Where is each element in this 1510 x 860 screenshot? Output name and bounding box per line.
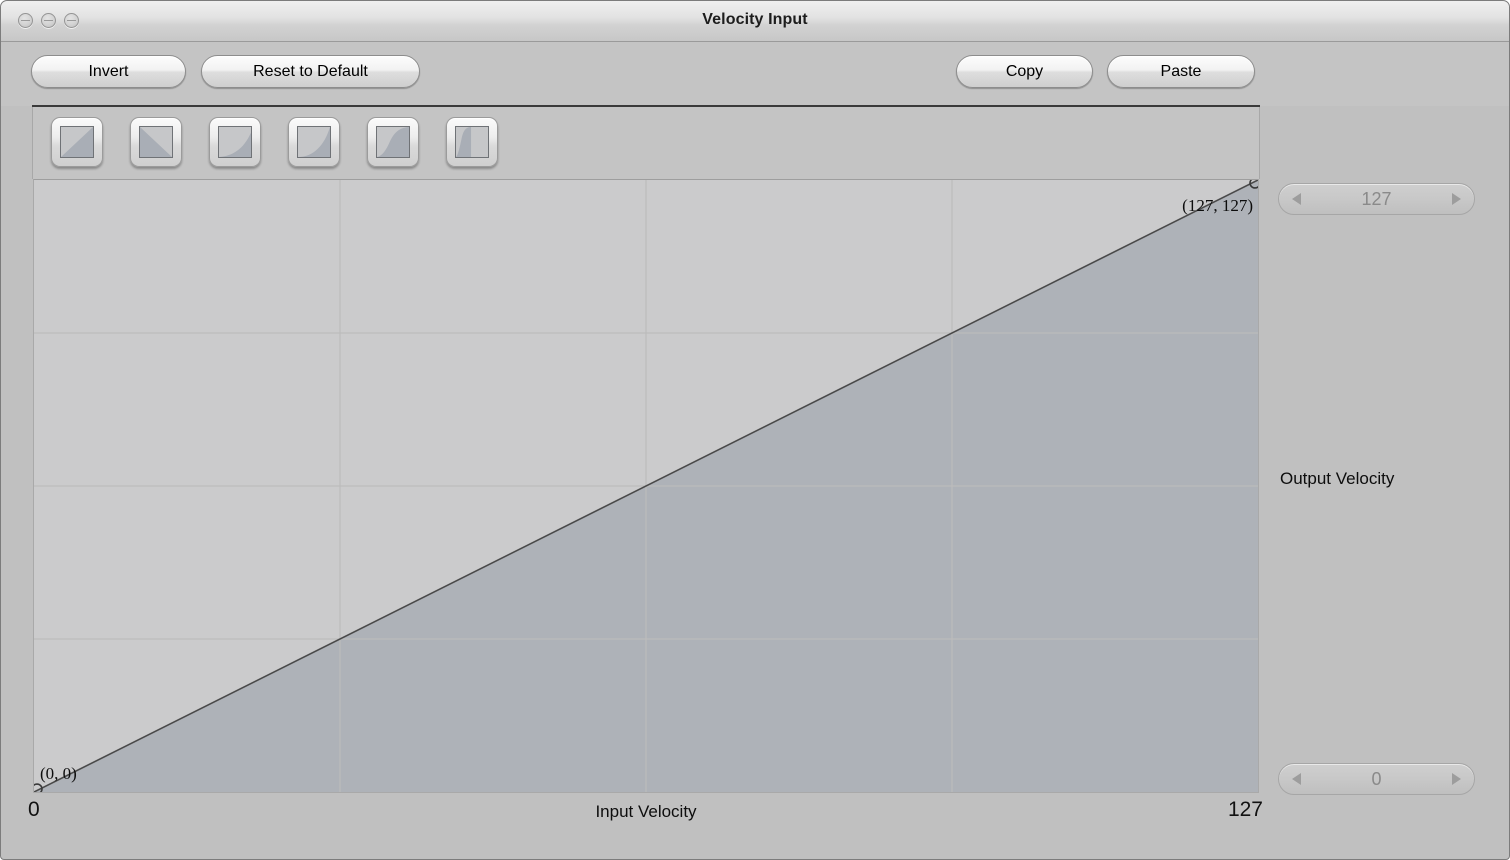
output-max-stepper[interactable]: 127 — [1278, 183, 1475, 215]
linear-alt-curve-icon — [139, 126, 173, 158]
x-axis-title: Input Velocity — [595, 802, 697, 821]
x-axis-max-label: 127 — [1227, 798, 1263, 821]
preset-convex-curve-preset[interactable] — [446, 117, 498, 167]
s-curve-icon — [376, 126, 410, 158]
velocity-curve-plot[interactable]: (127, 127) (0, 0) — [33, 179, 1259, 793]
curve-max-point-label: (127, 127) — [1182, 196, 1253, 215]
output-min-stepper[interactable]: 0 — [1278, 763, 1475, 795]
curve-min-point-label: (0, 0) — [40, 764, 77, 783]
preset-s-curve-preset[interactable] — [367, 117, 419, 167]
convex-curve-icon — [455, 126, 489, 158]
window-titlebar: Velocity Input — [1, 1, 1509, 42]
reset-to-default-button[interactable]: Reset to Default — [201, 55, 420, 88]
preset-concave-hard-curve-preset[interactable] — [288, 117, 340, 167]
concave-soft-curve-icon — [218, 126, 252, 158]
plot-svg — [34, 180, 1258, 792]
velocity-input-window: Velocity Input Invert Reset to Default C… — [0, 0, 1510, 860]
invert-button[interactable]: Invert — [31, 55, 186, 88]
y-axis-title: Output Velocity — [1280, 469, 1395, 488]
paste-button[interactable]: Paste — [1107, 55, 1255, 88]
curve-preset-row — [51, 117, 498, 167]
triangle-left-icon[interactable] — [1292, 773, 1301, 785]
curve-preset-strip — [32, 107, 1260, 179]
output-max-value: 127 — [1361, 189, 1392, 209]
triangle-left-icon[interactable] — [1292, 193, 1301, 205]
preset-linear-alt-curve-preset[interactable] — [130, 117, 182, 167]
triangle-right-icon[interactable] — [1452, 773, 1461, 785]
preset-linear-rising-curve-preset[interactable] — [51, 117, 103, 167]
output-min-value: 0 — [1371, 769, 1382, 789]
linear-curve-icon — [60, 126, 94, 158]
concave-hard-curve-icon — [297, 126, 331, 158]
triangle-right-icon[interactable] — [1452, 193, 1461, 205]
window-title: Velocity Input — [702, 11, 808, 28]
x-axis-row: 0 Input Velocity 127 — [1, 796, 1291, 830]
copy-button[interactable]: Copy — [956, 55, 1093, 88]
toolbar: Invert Reset to Default Copy Paste — [1, 42, 1509, 106]
preset-concave-soft-curve-preset[interactable] — [209, 117, 261, 167]
